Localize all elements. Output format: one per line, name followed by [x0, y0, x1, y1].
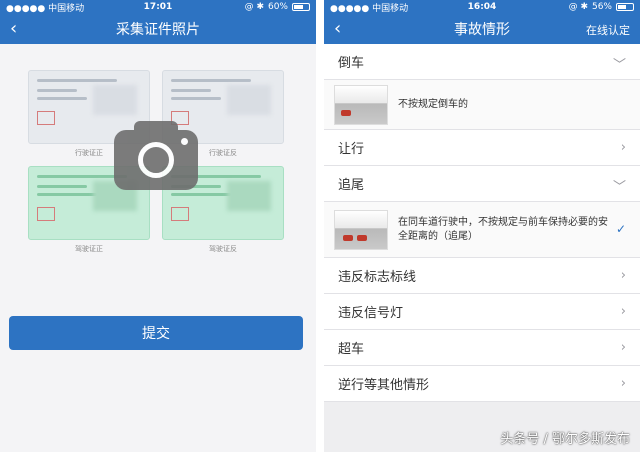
card-text-line — [37, 97, 87, 100]
nav-bar: ‹ 采集证件照片 — [0, 14, 316, 44]
list-item-rear-end[interactable]: 追尾 ﹀ — [324, 166, 640, 202]
redacted-area — [227, 85, 271, 115]
list-item-yield[interactable]: 让行 › — [324, 130, 640, 166]
car-shape — [341, 109, 351, 116]
status-time: 17:01 — [143, 2, 173, 12]
camera-icon[interactable] — [114, 121, 198, 190]
list-item-label: 追尾 — [338, 178, 365, 193]
sub-item-text: 不按规定倒车的 — [398, 98, 468, 110]
scenario-thumbnail — [334, 209, 388, 250]
battery-percent: 60% — [267, 2, 288, 12]
chevron-right-icon: › — [620, 340, 626, 355]
nav-bar: ‹ 事故情形 在线认定 — [324, 14, 640, 44]
chevron-right-icon: › — [620, 304, 626, 319]
car-shape — [357, 234, 367, 241]
list-item-overtaking[interactable]: 超车 › — [324, 330, 640, 366]
battery-percent: 56% — [591, 2, 612, 12]
submit-button[interactable]: 提交 — [9, 316, 303, 350]
battery-icon — [616, 3, 634, 11]
watermark: 头条号 / 鄂尔多斯发布 — [500, 432, 630, 447]
online-determination-button[interactable]: 在线认定 — [586, 22, 630, 38]
stamp-box — [37, 111, 55, 125]
battery-icon — [292, 3, 310, 11]
sub-item-rear-end[interactable]: 在同车道行驶中，不按规定与前车保持必要的安全距离的（追尾） ✓ — [324, 202, 640, 258]
right-phone-screen: ●●●●● 中国移动 16:04 @ ✱ 56% ‹ 事故情形 在线认定 倒车 … — [324, 0, 640, 452]
list-item-other[interactable]: 逆行等其他情形 › — [324, 366, 640, 402]
card-text-line — [37, 89, 77, 92]
stamp-box — [171, 207, 189, 221]
list-item-traffic-light[interactable]: 违反信号灯 › — [324, 294, 640, 330]
card-text-line — [171, 79, 251, 82]
chevron-right-icon: › — [620, 376, 626, 391]
accident-type-list: 倒车 ﹀ 不按规定倒车的 让行 › 追尾 ﹀ 在同车道行驶中，不按规定与前车保持… — [324, 44, 640, 402]
status-icons: @ ✱ — [568, 2, 588, 12]
status-time: 16:04 — [467, 2, 497, 12]
list-item-label: 违反信号灯 — [338, 306, 404, 321]
list-item-label: 让行 — [338, 142, 365, 157]
page-title: 事故情形 — [454, 22, 510, 38]
battery-fill — [294, 5, 303, 9]
redacted-area — [93, 85, 137, 115]
photo-area — [227, 181, 271, 211]
left-phone-screen: ●●●●● 中国移动 17:01 @ ✱ 60% ‹ 采集证件照片 行驶证正 行… — [0, 0, 316, 452]
status-bar: ●●●●● 中国移动 17:01 @ ✱ 60% — [0, 0, 316, 14]
card-text-line — [37, 185, 87, 188]
list-item-label: 逆行等其他情形 — [338, 378, 430, 393]
status-icons: @ ✱ — [244, 2, 264, 12]
camera-lens — [138, 142, 174, 178]
list-item-label: 违反标志标线 — [338, 270, 417, 285]
back-icon[interactable]: ‹ — [10, 18, 17, 39]
carrier-label: ●●●●● 中国移动 — [330, 3, 409, 14]
chevron-down-icon: ﹀ — [612, 180, 626, 195]
carrier-label: ●●●●● 中国移动 — [6, 3, 85, 14]
sub-item-reversing[interactable]: 不按规定倒车的 — [324, 80, 640, 130]
scenario-thumbnail — [334, 84, 388, 125]
page-title: 采集证件照片 — [116, 22, 200, 38]
check-icon: ✓ — [615, 222, 626, 236]
sub-item-text: 在同车道行驶中，不按规定与前车保持必要的安全距离的（追尾） — [398, 216, 608, 242]
camera-flash — [181, 138, 188, 145]
list-item-label: 超车 — [338, 342, 365, 357]
chevron-right-icon: › — [620, 140, 626, 155]
list-item-label: 倒车 — [338, 56, 365, 71]
list-item-reversing[interactable]: 倒车 ﹀ — [324, 44, 640, 80]
car-shape — [343, 234, 353, 241]
card-text-line — [37, 193, 97, 196]
card-caption: 驾驶证正 — [75, 245, 103, 253]
list-item-signs-markings[interactable]: 违反标志标线 › — [324, 258, 640, 294]
battery-fill — [618, 5, 626, 9]
card-text-line — [171, 97, 221, 100]
camera-top — [134, 121, 178, 135]
status-bar: ●●●●● 中国移动 16:04 @ ✱ 56% — [324, 0, 640, 14]
card-text-line — [171, 193, 231, 196]
document-cards: 行驶证正 行驶证反 驾驶证正 驾驶证反 — [28, 70, 288, 265]
card-caption: 驾驶证反 — [209, 245, 237, 253]
stamp-box — [37, 207, 55, 221]
chevron-down-icon: ﹀ — [612, 58, 626, 73]
card-text-line — [171, 89, 211, 92]
chevron-right-icon: › — [620, 268, 626, 283]
card-text-line — [37, 79, 117, 82]
back-icon[interactable]: ‹ — [334, 18, 341, 39]
